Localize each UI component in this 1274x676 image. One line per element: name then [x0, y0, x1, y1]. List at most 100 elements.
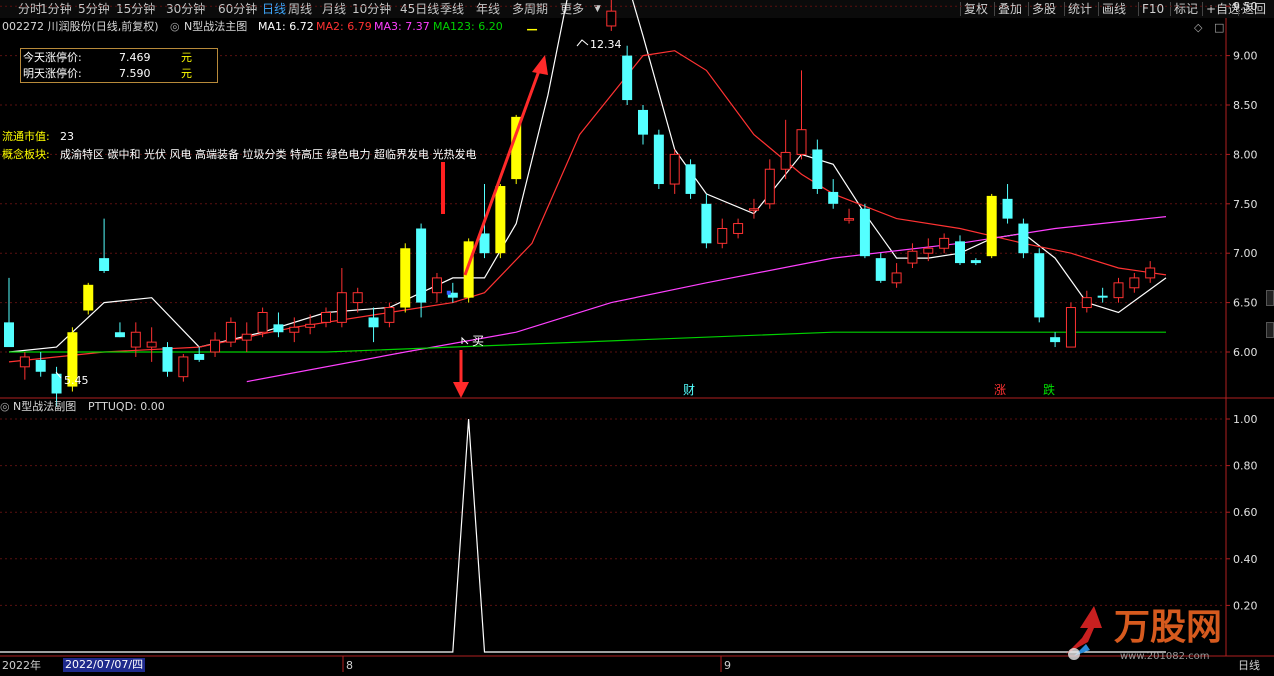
stock-title: 002272 川润股份(日线,前复权)	[2, 20, 159, 33]
candle-body[interactable]	[891, 272, 902, 284]
candle-body[interactable]	[162, 347, 173, 372]
candle-body[interactable]	[194, 353, 205, 360]
candle-body[interactable]	[923, 247, 934, 254]
candle-body[interactable]	[19, 356, 30, 368]
candle-body[interactable]	[1065, 307, 1076, 348]
expand-icon[interactable]: □	[1214, 21, 1224, 34]
candle-body[interactable]	[1018, 223, 1029, 254]
main-indicator-name[interactable]: N型战法主图	[184, 20, 247, 34]
candle-body[interactable]	[241, 333, 252, 341]
month-9-label: 9	[724, 659, 731, 672]
candle-body[interactable]	[431, 277, 442, 294]
candle-body[interactable]	[796, 129, 807, 155]
main-tick-label: 9.00	[1233, 50, 1258, 63]
candle-body[interactable]	[859, 208, 870, 257]
candle-body[interactable]	[669, 153, 680, 185]
candle-body[interactable]	[400, 248, 411, 308]
sub-tick-label: 0.40	[1233, 553, 1258, 566]
limit-up-marker[interactable]: 涨	[994, 383, 1006, 397]
candle-body[interactable]	[1113, 282, 1124, 299]
candle-body[interactable]	[606, 10, 617, 27]
candle-body[interactable]	[701, 203, 712, 244]
ma123-label: MA123: 6.20	[433, 20, 503, 33]
candle-body[interactable]	[733, 223, 744, 234]
buy-signal-label: 买	[472, 334, 485, 348]
candle-body[interactable]	[1129, 277, 1140, 289]
candle-body[interactable]	[130, 331, 141, 348]
candle-body[interactable]	[527, 28, 538, 31]
candle-body[interactable]	[210, 339, 221, 353]
candle-body[interactable]	[685, 164, 696, 194]
candle-body[interactable]	[970, 260, 981, 264]
candle-body[interactable]	[844, 218, 855, 221]
limit-down-marker[interactable]: 跌	[1043, 383, 1055, 397]
sub-indicator-value: PTTUQD: 0.00	[88, 400, 165, 413]
candle-body[interactable]	[225, 321, 236, 343]
main-tick-label: 7.50	[1233, 198, 1258, 211]
side-scroll-top[interactable]	[1266, 290, 1274, 306]
candle-body[interactable]	[273, 324, 284, 333]
sub-tick-label: 1.00	[1233, 413, 1258, 426]
candle-body[interactable]	[955, 241, 965, 264]
candle-body[interactable]	[780, 151, 791, 170]
candle-body[interactable]	[622, 55, 633, 101]
today-limit-unit: 元	[181, 51, 192, 64]
mcap-value: 23	[60, 130, 74, 143]
candle-body[interactable]	[368, 317, 379, 328]
finance-marker[interactable]: 财	[683, 383, 695, 397]
candle-body[interactable]	[1034, 253, 1045, 318]
tomorrow-limit-label: 明天涨停价:	[23, 67, 82, 80]
candle-body[interactable]	[1002, 198, 1013, 219]
stock-chart[interactable]: 6.006.507.007.508.008.509.009.5010.0010.…	[0, 0, 1274, 676]
today-limit-row: 今天涨停价: 7.469 元	[23, 50, 215, 65]
candle-body[interactable]	[828, 191, 839, 204]
candle-body[interactable]	[352, 292, 363, 304]
ma2-label: MA2: 6.79	[316, 20, 372, 33]
sub-tick-label: 0.60	[1233, 506, 1258, 519]
main-tick-label: 8.50	[1233, 99, 1258, 112]
ma3-label: MA3: 7.37	[374, 20, 430, 33]
candle-body[interactable]	[336, 292, 347, 323]
diamond-icon[interactable]: ◇	[1194, 21, 1202, 34]
candle-body[interactable]	[4, 322, 14, 348]
candle-body[interactable]	[875, 258, 886, 281]
candle-body[interactable]	[1097, 295, 1108, 298]
candle-body[interactable]	[812, 149, 823, 189]
candle-body[interactable]	[1050, 337, 1061, 343]
candle-body[interactable]	[1145, 267, 1156, 279]
candle-body[interactable]	[907, 250, 918, 264]
candle-body[interactable]	[305, 323, 316, 328]
red-marker-bar	[441, 162, 445, 214]
candle-body[interactable]	[321, 311, 331, 323]
sub-indicator-name[interactable]: N型战法副图	[13, 400, 76, 414]
candle-body[interactable]	[35, 359, 46, 372]
candle-body[interactable]	[416, 228, 427, 303]
low-price-label: 5.45	[64, 374, 89, 387]
candle-body[interactable]	[384, 307, 395, 323]
candle-body[interactable]	[114, 332, 125, 338]
candle-body[interactable]	[289, 326, 300, 333]
indicator-toggle-icon[interactable]: ◎	[170, 20, 180, 34]
candle-body[interactable]	[748, 208, 759, 211]
candle-body[interactable]	[495, 186, 506, 254]
candle-body[interactable]	[638, 109, 648, 135]
candle-body[interactable]	[463, 241, 474, 298]
candle-body[interactable]	[1081, 297, 1092, 309]
candle-body[interactable]	[939, 237, 950, 249]
candle-body[interactable]	[479, 233, 490, 254]
candle-body[interactable]	[764, 168, 775, 205]
side-scroll-mid[interactable]	[1266, 322, 1274, 338]
sub-indicator-toggle-icon[interactable]: ◎	[0, 400, 10, 414]
candle-body[interactable]	[99, 258, 110, 271]
mcap-label: 流通市值:	[2, 130, 50, 143]
main-tick-label: 7.00	[1233, 247, 1258, 260]
candle-body[interactable]	[83, 284, 94, 311]
candle-body[interactable]	[146, 341, 157, 348]
ma1-label: MA1: 6.72	[258, 20, 314, 33]
candle-body[interactable]	[717, 228, 728, 244]
watermark-brand: 万股网	[1114, 607, 1223, 648]
candle-body[interactable]	[257, 311, 268, 333]
candle-body[interactable]	[653, 134, 664, 185]
candle-body[interactable]	[178, 356, 189, 378]
candle-body[interactable]	[986, 195, 997, 257]
